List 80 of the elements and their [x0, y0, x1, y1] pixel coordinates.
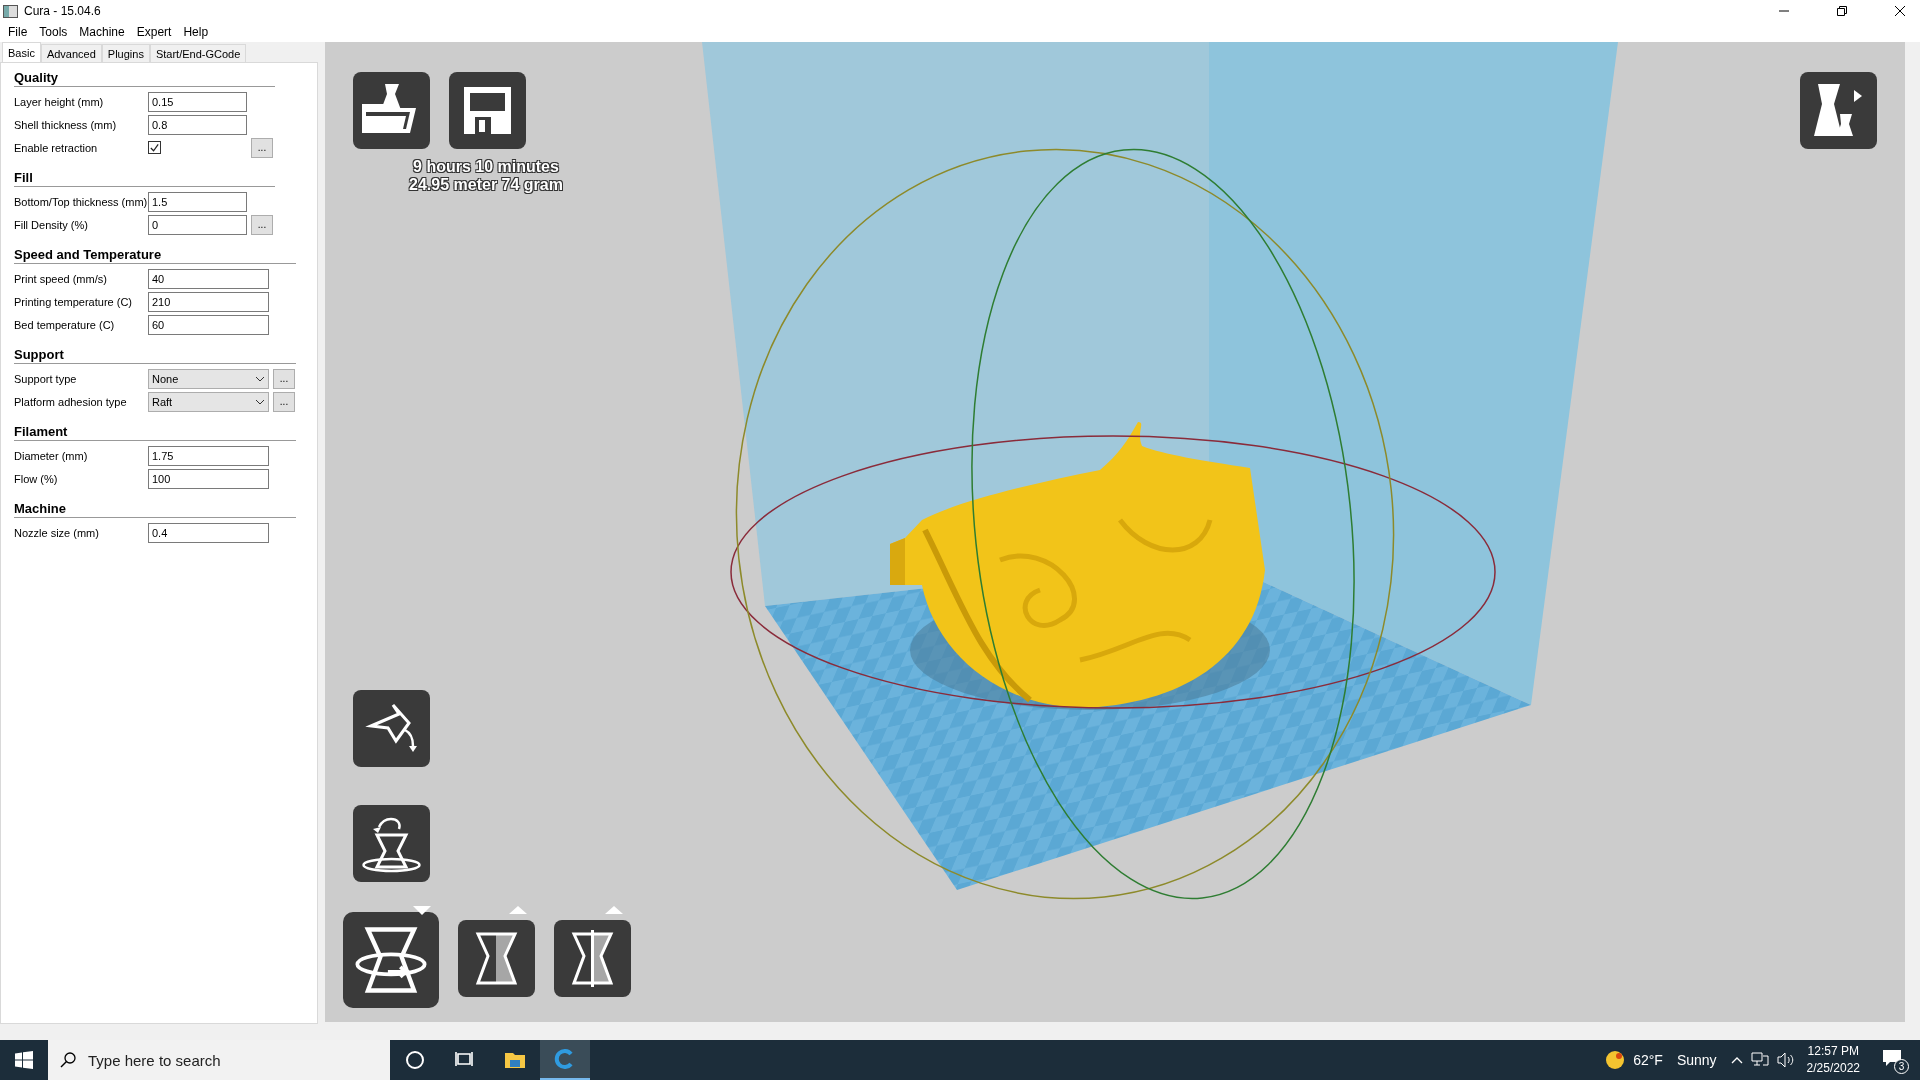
section-heading: Machine: [14, 498, 296, 518]
field-label: Diameter (mm): [14, 449, 89, 462]
network-icon[interactable]: [1750, 1052, 1769, 1068]
tab[interactable]: Basic: [2, 42, 41, 62]
field-label: Print speed (mm/s): [14, 272, 108, 285]
tab[interactable]: Start/End-GCode: [149, 44, 247, 62]
caret-icon: [255, 375, 265, 382]
print-estimate: 24.95 meter 74 gram: [408, 176, 564, 194]
text-field[interactable]: 100: [148, 468, 269, 489]
print-estimate: 9 hours 10 minutes: [412, 158, 560, 176]
text-field[interactable]: 40: [148, 268, 269, 289]
text-field[interactable]: 60: [148, 314, 269, 335]
field-label: Platform adhesion type: [14, 395, 128, 408]
temperature[interactable]: 62°F: [1633, 1052, 1663, 1068]
lay-flat-button[interactable]: [353, 805, 430, 882]
weather-condition[interactable]: Sunny: [1676, 1052, 1717, 1068]
checkbox[interactable]: [148, 141, 161, 154]
weather-sun-icon[interactable]: [1605, 1050, 1626, 1070]
text-field[interactable]: 1.75: [148, 445, 269, 466]
menu-item[interactable]: Machine: [73, 25, 131, 39]
section-heading: Quality: [14, 67, 275, 87]
chevron-up-icon[interactable]: [1730, 1056, 1743, 1064]
text-field[interactable]: 0.4: [148, 522, 269, 543]
close-icon[interactable]: [1894, 5, 1906, 17]
triangle-icon: [413, 906, 431, 915]
section-heading: Fill: [14, 167, 275, 187]
caret-icon: [255, 398, 265, 405]
dropdown[interactable]: Raft: [148, 391, 269, 412]
save-button[interactable]: [449, 72, 526, 149]
dropdown[interactable]: None: [148, 368, 269, 389]
section-heading: Speed and Temperature: [14, 244, 296, 264]
triangle-icon: [605, 906, 623, 914]
more-button[interactable]: ...: [273, 391, 295, 412]
field-label: Support type: [14, 372, 78, 385]
rotate-tool-button[interactable]: [353, 690, 430, 767]
menu-item[interactable]: Tools: [33, 25, 74, 39]
section-heading: Filament: [14, 421, 296, 441]
text-field[interactable]: 0.8: [148, 114, 247, 135]
app-icon: [3, 4, 18, 18]
clock-date[interactable]: 2/25/2022: [1806, 1060, 1860, 1077]
menu-item[interactable]: Help: [177, 25, 215, 39]
hourglass-shaded-icon: [475, 932, 518, 985]
field-label: Bed temperature (C): [14, 318, 116, 331]
field-label: Bottom/Top thickness (mm): [14, 195, 148, 208]
tab[interactable]: Advanced: [40, 44, 102, 62]
field-label: Shell thickness (mm): [14, 118, 118, 131]
volume-icon[interactable]: [1776, 1052, 1795, 1068]
field-label: Fill Density (%): [14, 218, 89, 231]
text-field[interactable]: 0: [148, 214, 247, 235]
clock-time[interactable]: 12:57 PM: [1807, 1043, 1859, 1060]
tab[interactable]: Plugins: [101, 44, 150, 62]
hourglass-split-icon: [571, 930, 614, 987]
more-button[interactable]: ...: [251, 214, 273, 235]
field-label: Layer height (mm): [14, 95, 105, 108]
search-field[interactable]: Type here to search: [48, 1040, 390, 1080]
notification-count: 3: [1894, 1059, 1909, 1074]
triangle-icon: [509, 906, 527, 914]
more-button[interactable]: ...: [273, 368, 295, 389]
more-button[interactable]: ...: [251, 137, 273, 158]
section-heading: Support: [14, 344, 296, 364]
menu-item[interactable]: Expert: [130, 25, 178, 39]
field-label: Printing temperature (C): [14, 295, 133, 308]
text-field[interactable]: 210: [148, 291, 269, 312]
field-label: Nozzle size (mm): [14, 526, 100, 539]
search-icon: [60, 1052, 76, 1068]
view-mode-button[interactable]: [1800, 72, 1877, 149]
field-label: Enable retraction: [14, 141, 99, 154]
window-title: Cura - 15.04.6: [24, 4, 101, 18]
circle-icon: [403, 1048, 427, 1072]
restore-icon[interactable]: [1836, 5, 1848, 17]
hourglass-ring-icon: [355, 927, 427, 993]
text-field[interactable]: 1.5: [148, 191, 247, 212]
load-model-button[interactable]: [353, 72, 430, 149]
view-mode-button[interactable]: [343, 912, 439, 1008]
field-label: Flow (%): [14, 472, 59, 485]
text-field[interactable]: 0.15: [148, 91, 247, 112]
view-mode-button[interactable]: [554, 920, 631, 997]
menu-item[interactable]: File: [2, 25, 34, 39]
view-mode-button[interactable]: [458, 920, 535, 997]
start-button[interactable]: [15, 1051, 33, 1069]
